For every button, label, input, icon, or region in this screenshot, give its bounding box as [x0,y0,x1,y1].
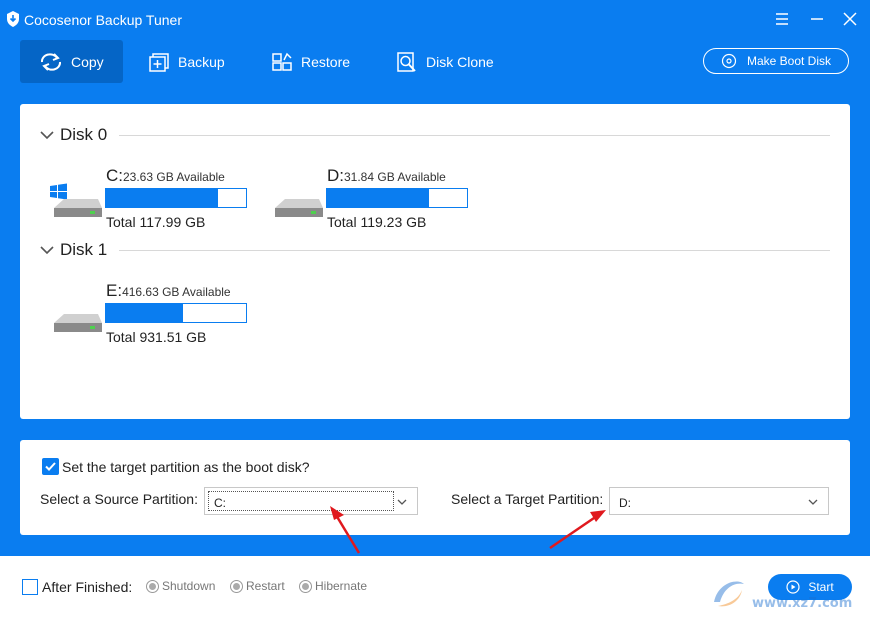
backup-icon [149,52,169,72]
partition-letter-line: E:416.63 GB Available [106,281,231,301]
bottom-bar: After Finished: Shutdown Restart Hiberna… [0,556,870,623]
tab-disk-clone-label: Disk Clone [426,53,494,70]
checkmark-icon [45,462,56,471]
disk-0-header[interactable]: Disk 0 [40,123,830,147]
total-size: Total 117.99 GB [106,214,206,230]
app-window: Cocosenor Backup Tuner Copy Backup Resto… [0,0,870,623]
source-partition-value: C: [214,496,226,510]
minimize-button[interactable] [806,8,828,30]
partition-d[interactable]: D:31.84 GB Available Total 119.23 GB [271,166,481,236]
tab-restore-label: Restore [301,53,351,70]
radio-dot [146,579,159,593]
hamburger-icon [776,13,788,25]
source-partition-select[interactable]: C: [204,487,418,515]
radio-label: Hibernate [315,579,368,593]
radio-dot [230,579,243,593]
boot-disk-checkbox[interactable] [42,458,59,475]
tab-copy-label: Copy [71,53,104,70]
make-boot-disk-button[interactable]: Make Boot Disk [703,48,849,74]
annotation-arrow [549,510,606,550]
chevron-down-icon [808,499,818,505]
usage-bar-fill [327,189,430,207]
restore-icon [272,52,292,71]
disk-name: Disk 0 [60,125,108,144]
app-title: Cocosenor Backup Tuner [24,12,182,28]
copy-options-panel: Set the target partition as the boot dis… [20,440,850,535]
usage-bar [326,188,468,208]
tab-backup-label: Backup [178,53,225,70]
radio-shutdown[interactable]: Shutdown [146,579,215,593]
available-space: 416.63 GB Available [122,285,231,299]
total-size: Total 119.23 GB [327,214,427,230]
target-partition-label: Select a Target Partition: [451,491,604,507]
tab-disk-clone[interactable]: Disk Clone [396,40,494,83]
minimize-icon [811,18,823,20]
partition-letter-line: C:23.63 GB Available [106,166,225,186]
close-icon [843,12,857,26]
target-partition-value: D: [619,496,631,510]
tab-restore[interactable]: Restore [271,40,350,83]
disc-icon [721,53,737,69]
usage-bar-fill [106,304,183,322]
menu-button[interactable] [771,8,793,30]
target-partition-select[interactable]: D: [609,487,829,515]
disk-name: Disk 1 [60,240,108,259]
watermark: www.xz7.com [708,568,870,618]
available-space: 23.63 GB Available [123,170,225,184]
focus-ring [208,491,394,511]
radio-label: Shutdown [162,579,216,593]
chevron-down-icon [40,131,54,140]
app-logo-icon [7,11,19,27]
radio-dot [299,579,312,593]
hard-drive-icon [54,314,102,332]
after-finished-label: After Finished: [42,579,133,595]
make-boot-disk-label: Make Boot Disk [746,54,832,68]
available-space: 31.84 GB Available [344,170,446,184]
radio-restart[interactable]: Restart [230,579,285,593]
divider [119,134,830,136]
partition-letter: E: [106,281,123,300]
radio-hibernate[interactable]: Hibernate [299,579,367,593]
annotation-arrow [330,506,361,554]
chevron-down-icon [397,499,407,505]
copy-icon [40,52,62,71]
boot-disk-checkbox-label: Set the target partition as the boot dis… [62,458,310,475]
partition-letter: C: [106,166,123,185]
boot-disk-checkbox-row[interactable]: Set the target partition as the boot dis… [42,458,310,475]
partition-c[interactable]: C:23.63 GB Available Total 117.99 GB [50,166,260,236]
close-button[interactable] [839,8,861,30]
disk-clone-icon [397,51,416,72]
usage-bar-fill [106,189,218,207]
disk-1-header[interactable]: Disk 1 [40,238,830,262]
radio-label: Restart [246,579,285,593]
chevron-down-icon [40,246,54,255]
windows-drive-icon [50,183,102,217]
total-size: Total 931.51 GB [106,329,207,345]
title-bar: Cocosenor Backup Tuner [0,0,870,36]
partition-letter: D: [327,166,344,185]
source-partition-label: Select a Source Partition: [40,491,198,507]
partition-letter-line: D:31.84 GB Available [327,166,446,186]
tab-backup[interactable]: Backup [148,40,225,83]
watermark-logo-icon [714,581,744,607]
partition-e[interactable]: E:416.63 GB Available Total 931.51 GB [50,281,260,351]
tab-copy[interactable]: Copy [20,40,123,83]
after-finished-row: After Finished: [22,579,132,595]
disk-panel: Disk 0 C:23.63 GB Available Total 117.99… [20,104,850,419]
usage-bar [105,303,247,323]
hard-drive-icon [275,199,323,217]
watermark-text: www.xz7.com [752,596,853,611]
divider [119,249,830,251]
after-finished-checkbox[interactable] [22,579,38,595]
usage-bar [105,188,247,208]
